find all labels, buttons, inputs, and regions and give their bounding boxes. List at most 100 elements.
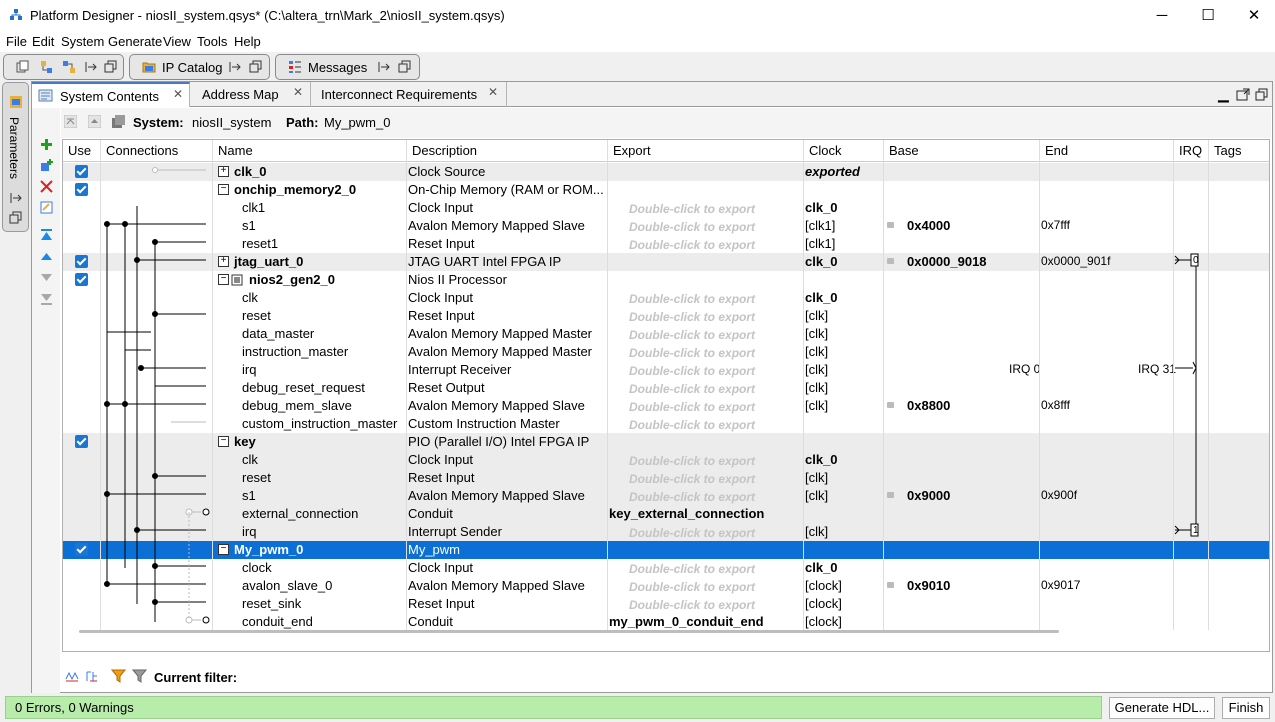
interface-name[interactable]: reset xyxy=(242,470,271,485)
col-export[interactable]: Export xyxy=(613,143,651,158)
export-placeholder[interactable]: Double-click to export xyxy=(629,526,755,540)
interface-row[interactable]: clk1 Clock Input Double-click to export clk… xyxy=(63,199,1269,217)
close-tab-icon[interactable]: ✕ xyxy=(488,85,498,99)
export-placeholder[interactable]: Double-click to export xyxy=(629,382,755,396)
clock-value[interactable]: [clk1] xyxy=(805,218,835,233)
interface-name[interactable]: avalon_slave_0 xyxy=(242,578,332,593)
use-checkbox[interactable] xyxy=(75,183,88,196)
copy-icon[interactable] xyxy=(16,60,30,74)
maximize-button[interactable]: ☐ xyxy=(1185,0,1231,32)
interface-row[interactable]: debug_mem_slave Avalon Memory Mapped Slav… xyxy=(63,397,1269,415)
interface-row[interactable]: clk Clock Input Double-click to export clk_… xyxy=(63,451,1269,469)
col-connections[interactable]: Connections xyxy=(106,143,178,158)
interface-row[interactable]: reset Reset Input Double-click to export [c… xyxy=(63,469,1269,487)
base-address[interactable]: 0x0000_9018 xyxy=(907,254,987,269)
filter-icon[interactable] xyxy=(111,669,126,683)
interface-row[interactable]: reset1 Reset Input Double-click to export [… xyxy=(63,235,1269,253)
menu-tools[interactable]: Tools xyxy=(197,34,227,49)
export-name[interactable]: my_pwm_0_conduit_end xyxy=(609,614,764,629)
export-placeholder[interactable]: Double-click to export xyxy=(629,202,755,216)
clock-value[interactable]: [clock] xyxy=(805,614,842,629)
interface-row[interactable]: reset Reset Input Double-click to export [c… xyxy=(63,307,1269,325)
menu-system[interactable]: System xyxy=(61,34,104,49)
export-placeholder[interactable]: Double-click to export xyxy=(629,580,755,594)
export-placeholder[interactable]: Double-click to export xyxy=(629,328,755,342)
tab-system-contents[interactable]: System Contents ✕ xyxy=(32,82,190,107)
menu-help[interactable]: Help xyxy=(234,34,261,49)
interface-name[interactable]: irq xyxy=(242,524,256,539)
interface-row[interactable]: clock Clock Input Double-click to export cl… xyxy=(63,559,1269,577)
interface-row[interactable]: irq Interrupt Sender Double-click to expor… xyxy=(63,523,1269,541)
irq-number[interactable]: 1 xyxy=(1193,525,1199,536)
col-irq[interactable]: IRQ xyxy=(1179,143,1202,158)
clear-filter-icon[interactable] xyxy=(132,669,147,683)
add-component-icon[interactable] xyxy=(40,159,53,172)
col-clock[interactable]: Clock xyxy=(809,143,842,158)
clock-value[interactable]: [clk] xyxy=(805,524,828,539)
lock-icon[interactable] xyxy=(887,582,894,588)
edit-icon[interactable] xyxy=(40,201,53,214)
interface-name[interactable]: debug_reset_request xyxy=(242,380,365,395)
clock-value[interactable]: [clk1] xyxy=(805,236,835,251)
move-up-icon[interactable] xyxy=(40,250,53,263)
restore-view-icon[interactable] xyxy=(1255,88,1268,101)
minimize-view-icon[interactable]: ▁ xyxy=(1218,86,1229,103)
interface-name[interactable]: clk1 xyxy=(242,200,265,215)
col-base[interactable]: Base xyxy=(889,143,919,158)
interface-name[interactable]: reset1 xyxy=(242,236,278,251)
interface-name[interactable]: instruction_master xyxy=(242,344,348,359)
interface-name[interactable]: clk xyxy=(242,290,258,305)
component-name[interactable]: clk_0 xyxy=(234,164,267,179)
export-placeholder[interactable]: Double-click to export xyxy=(629,490,755,504)
interface-name[interactable]: debug_mem_slave xyxy=(242,398,352,413)
component-row[interactable]: − key PIO (Parallel I/O) Intel FPGA IP xyxy=(63,433,1269,451)
component-name[interactable]: My_pwm_0 xyxy=(234,542,303,557)
clock-value[interactable]: exported xyxy=(805,164,860,179)
col-description[interactable]: Description xyxy=(412,143,477,158)
base-address[interactable]: 0x9010 xyxy=(907,578,950,593)
export-placeholder[interactable]: Double-click to export xyxy=(629,562,755,576)
detach-icon[interactable] xyxy=(9,191,23,205)
menu-file[interactable]: File xyxy=(6,34,27,49)
export-placeholder[interactable]: Double-click to export xyxy=(629,238,755,252)
close-tab-icon[interactable]: ✕ xyxy=(173,87,183,101)
export-placeholder[interactable]: Double-click to export xyxy=(629,310,755,324)
export-placeholder[interactable]: Double-click to export xyxy=(629,418,755,432)
col-tags[interactable]: Tags xyxy=(1214,143,1241,158)
reset-filter-icon[interactable] xyxy=(85,669,99,683)
parameters-side-tab[interactable]: Parameters xyxy=(2,82,29,232)
component-row[interactable]: + jtag_uart_0 JTAG UART Intel FPGA IP clk_0… xyxy=(63,253,1269,271)
ip-catalog-label[interactable]: IP Catalog xyxy=(162,60,222,75)
restore-icon[interactable] xyxy=(9,211,23,225)
interface-row[interactable]: external_connection Conduit key_external_c… xyxy=(63,505,1269,523)
maximize-view-icon[interactable] xyxy=(1236,88,1250,101)
interface-name[interactable]: irq xyxy=(242,362,256,377)
component-row[interactable]: + clk_0 Clock Source exported xyxy=(63,163,1269,181)
clock-value[interactable]: clk_0 xyxy=(805,560,838,575)
detach-icon[interactable] xyxy=(228,60,242,74)
export-placeholder[interactable]: Double-click to export xyxy=(629,292,755,306)
export-placeholder[interactable]: Double-click to export xyxy=(629,472,755,486)
clock-value[interactable]: [clock] xyxy=(805,578,842,593)
expand-toggle[interactable]: + xyxy=(218,166,229,177)
interface-row[interactable]: data_master Avalon Memory Mapped Master Do… xyxy=(63,325,1269,343)
remove-icon[interactable] xyxy=(40,180,53,193)
messages-label[interactable]: Messages xyxy=(308,60,367,75)
menu-view[interactable]: View xyxy=(163,34,191,49)
tab-interconnect-requirements[interactable]: Interconnect Requirements ✕ xyxy=(311,82,507,107)
interface-name[interactable]: clk xyxy=(242,452,258,467)
clock-value[interactable]: clk_0 xyxy=(805,452,838,467)
use-checkbox[interactable] xyxy=(75,273,88,286)
collapse-all-icon[interactable] xyxy=(64,115,77,128)
menu-edit[interactable]: Edit xyxy=(32,34,54,49)
interface-row[interactable]: reset_sink Reset Input Double-click to exp… xyxy=(63,595,1269,613)
col-end[interactable]: End xyxy=(1045,143,1068,158)
export-name[interactable]: key_external_connection xyxy=(609,506,764,521)
interface-name[interactable]: external_connection xyxy=(242,506,358,521)
lock-icon[interactable] xyxy=(887,492,894,498)
base-address[interactable]: 0x8800 xyxy=(907,398,950,413)
clock-value[interactable]: clk_0 xyxy=(805,290,838,305)
clock-value[interactable]: [clk] xyxy=(805,344,828,359)
clock-value[interactable]: [clk] xyxy=(805,470,828,485)
generate-hdl-button[interactable]: Generate HDL... xyxy=(1109,697,1215,719)
